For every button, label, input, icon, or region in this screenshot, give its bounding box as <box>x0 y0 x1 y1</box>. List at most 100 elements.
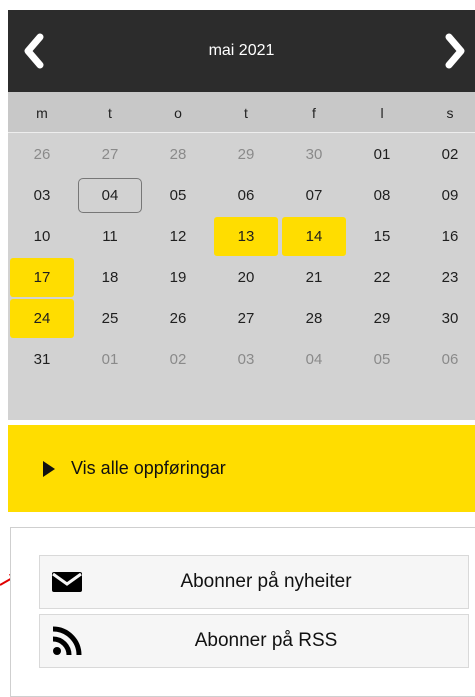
calendar-day[interactable]: 03 <box>8 175 76 216</box>
calendar-day[interactable]: 31 <box>8 339 76 380</box>
calendar-day[interactable]: 28 <box>144 134 212 175</box>
day-number: 04 <box>305 351 323 368</box>
calendar-day[interactable]: 01 <box>348 134 416 175</box>
day-number: 10 <box>33 228 51 245</box>
calendar-day[interactable]: 09 <box>416 175 475 216</box>
weekday-label: s <box>446 105 454 121</box>
play-triangle-icon <box>43 460 55 477</box>
weekday-label: o <box>174 105 182 121</box>
day-number: 08 <box>373 187 391 204</box>
day-number: 12 <box>169 228 187 245</box>
calendar-day[interactable]: 06 <box>212 175 280 216</box>
show-all-label: Vis alle oppføringar <box>71 458 226 478</box>
calendar-day[interactable]: 25 <box>76 298 144 339</box>
calendar-day[interactable]: 15 <box>348 216 416 257</box>
next-month-button[interactable] <box>431 10 475 92</box>
weekday-label: t <box>244 105 248 121</box>
calendar-day[interactable]: 26 <box>8 134 76 175</box>
day-number: 30 <box>305 146 323 163</box>
show-all-entries-button[interactable]: Vis alle oppføringar <box>8 425 475 512</box>
day-number: 28 <box>305 310 323 327</box>
calendar-day[interactable]: 06 <box>416 339 475 380</box>
calendar-day[interactable]: 30 <box>280 134 348 175</box>
calendar-day[interactable]: 22 <box>348 257 416 298</box>
calendar-day[interactable]: 12 <box>144 216 212 257</box>
day-number: 24 <box>33 310 51 327</box>
weekday-label: l <box>380 105 384 121</box>
day-number: 25 <box>101 310 119 327</box>
envelope-icon <box>52 572 82 592</box>
day-number: 27 <box>101 146 119 163</box>
calendar-day[interactable]: 02 <box>416 134 475 175</box>
calendar-widget: mai 2021 m t o t f l s 26 27 28 29 30 01 02 03 0… <box>8 10 475 420</box>
calendar-header: mai 2021 <box>8 10 475 92</box>
calendar-day[interactable]: 11 <box>76 216 144 257</box>
calendar-day[interactable]: 02 <box>144 339 212 380</box>
calendar-day[interactable]: 18 <box>76 257 144 298</box>
day-number: 04 <box>101 187 119 204</box>
calendar-day[interactable]: 04 <box>280 339 348 380</box>
weekday-label: m <box>36 105 48 121</box>
calendar-day[interactable]: 08 <box>348 175 416 216</box>
day-number: 06 <box>237 187 255 204</box>
calendar-day[interactable]: 27 <box>76 134 144 175</box>
day-number: 05 <box>169 187 187 204</box>
day-number: 27 <box>237 310 255 327</box>
day-number: 03 <box>237 351 255 368</box>
calendar-day-highlighted[interactable]: 13 <box>212 216 280 257</box>
day-number: 05 <box>373 351 391 368</box>
calendar-day-highlighted[interactable]: 17 <box>8 257 76 298</box>
calendar-day[interactable]: 23 <box>416 257 475 298</box>
day-number: 28 <box>169 146 187 163</box>
day-number: 21 <box>305 269 323 286</box>
day-number: 23 <box>441 269 459 286</box>
day-number: 13 <box>237 228 255 245</box>
calendar-day[interactable]: 27 <box>212 298 280 339</box>
calendar-day[interactable]: 05 <box>144 175 212 216</box>
day-number: 01 <box>373 146 391 163</box>
calendar-day[interactable]: 26 <box>144 298 212 339</box>
calendar-day[interactable]: 29 <box>348 298 416 339</box>
calendar-day[interactable]: 05 <box>348 339 416 380</box>
subscribe-newsletter-button[interactable]: Abonner på nyheiter <box>39 555 469 609</box>
day-number: 17 <box>33 269 51 286</box>
calendar-day[interactable]: 03 <box>212 339 280 380</box>
weekday-header: m t o t f l s <box>8 92 475 133</box>
calendar-day-highlighted[interactable]: 24 <box>8 298 76 339</box>
day-number: 26 <box>169 310 187 327</box>
calendar-day[interactable]: 28 <box>280 298 348 339</box>
day-number: 18 <box>101 269 119 286</box>
rss-label: Abonner på RSS <box>194 630 338 651</box>
day-number: 03 <box>33 187 51 204</box>
calendar-day-highlighted[interactable]: 14 <box>280 216 348 257</box>
day-number: 11 <box>102 228 118 245</box>
day-number: 02 <box>169 351 187 368</box>
calendar-day[interactable]: 29 <box>212 134 280 175</box>
calendar-day[interactable]: 30 <box>416 298 475 339</box>
rss-icon <box>52 626 82 656</box>
calendar-day[interactable]: 19 <box>144 257 212 298</box>
calendar-day[interactable]: 01 <box>76 339 144 380</box>
day-number: 01 <box>101 351 119 368</box>
calendar-day-today[interactable]: 04 <box>76 175 144 216</box>
calendar-day[interactable]: 10 <box>8 216 76 257</box>
weekday-label: t <box>108 105 112 121</box>
day-number: 26 <box>33 146 51 163</box>
subscribe-panel: Abonner på nyheiter Abonner på RSS <box>10 527 475 697</box>
calendar-day[interactable]: 21 <box>280 257 348 298</box>
day-number: 29 <box>373 310 391 327</box>
day-number: 14 <box>305 228 323 245</box>
day-number: 16 <box>441 228 459 245</box>
calendar-day[interactable]: 07 <box>280 175 348 216</box>
day-number: 20 <box>237 269 255 286</box>
day-number: 22 <box>373 269 391 286</box>
day-number: 09 <box>441 187 459 204</box>
day-grid: 26 27 28 29 30 01 02 03 04 05 06 07 08 09 10 11 12 13 14 15… <box>8 133 475 420</box>
chevron-right-icon <box>445 33 465 69</box>
calendar-day[interactable]: 16 <box>416 216 475 257</box>
calendar-day[interactable]: 20 <box>212 257 280 298</box>
subscribe-rss-button[interactable]: Abonner på RSS <box>39 614 469 668</box>
day-number: 02 <box>441 146 459 163</box>
day-number: 15 <box>373 228 391 245</box>
day-number: 07 <box>305 187 323 204</box>
